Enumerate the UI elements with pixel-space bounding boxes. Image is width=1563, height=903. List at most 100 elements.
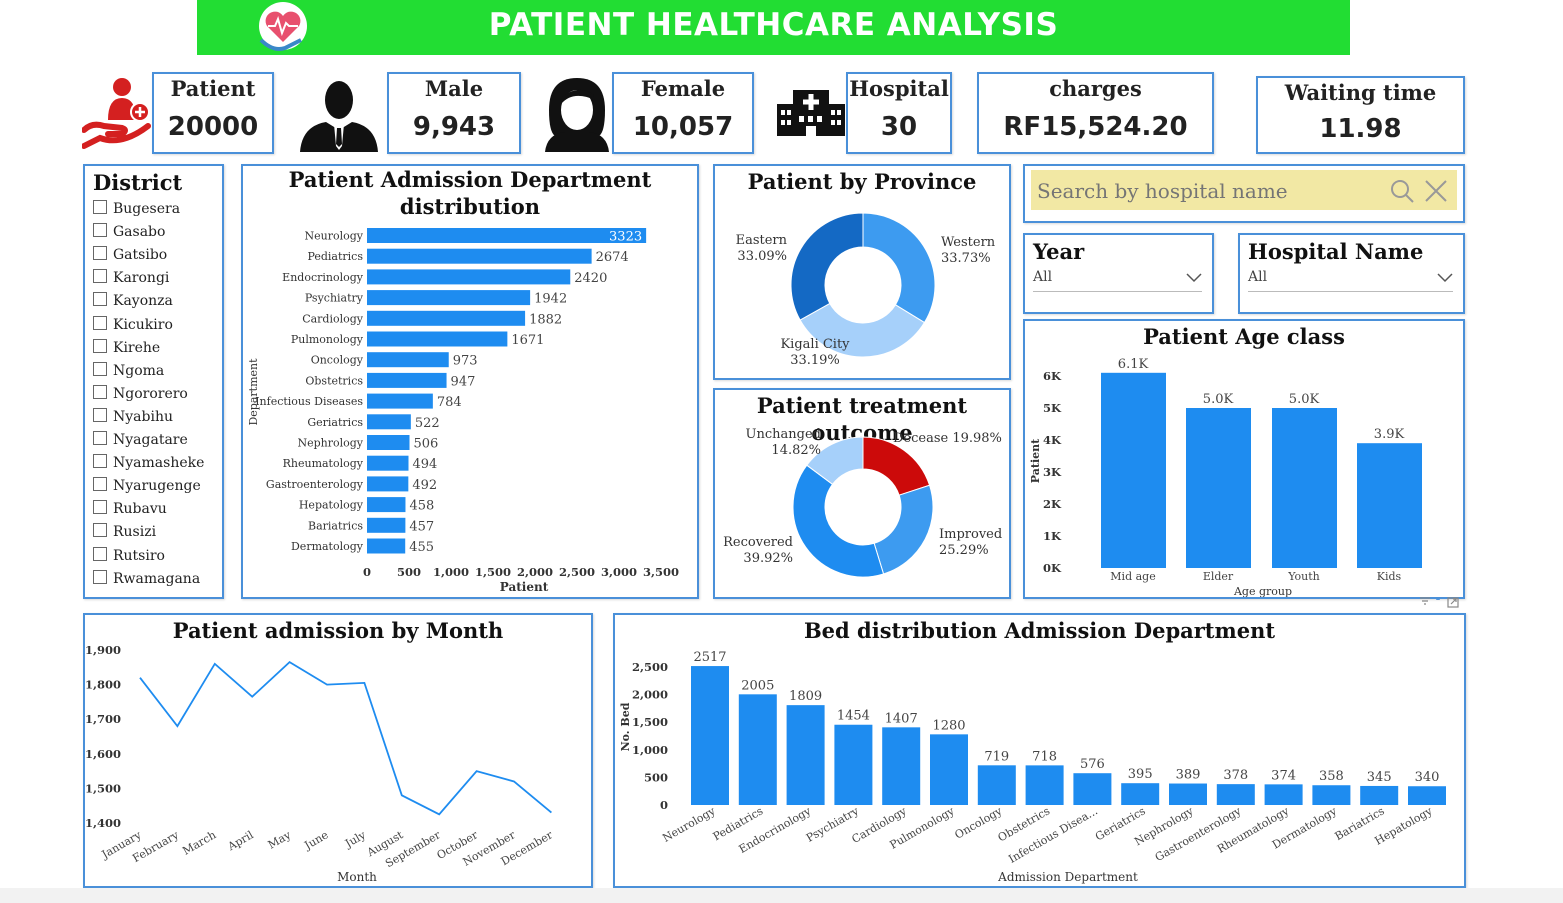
- district-option[interactable]: Bugesera: [93, 200, 180, 217]
- x-tick-label: Mid age: [1110, 570, 1155, 583]
- checkbox[interactable]: [93, 431, 107, 445]
- kpi-female-card: Female 10,057: [612, 72, 754, 154]
- bar: [1272, 408, 1337, 568]
- checkbox[interactable]: [93, 477, 107, 492]
- search-icon[interactable]: [1389, 178, 1415, 204]
- checkbox[interactable]: [93, 361, 107, 376]
- district-option[interactable]: Rwamagana: [93, 569, 200, 587]
- district-option[interactable]: Nyagatare: [93, 431, 188, 448]
- slice-value: 33.19%: [790, 353, 840, 368]
- bar: [367, 455, 409, 471]
- district-option[interactable]: Rusizi: [93, 523, 156, 540]
- search-box[interactable]: [1031, 170, 1457, 210]
- kpi-female-label: Female: [640, 76, 726, 101]
- x-tick-label: March: [180, 828, 218, 857]
- bar: [367, 372, 447, 388]
- slice-label: Decease 19.98%: [893, 431, 1002, 446]
- district-option[interactable]: Ngororero: [93, 384, 188, 402]
- monthly-admission-chart: Patient admission by Month 1,400 1,500 1,6…: [83, 613, 593, 888]
- x-tick-label: Youth: [1287, 570, 1320, 583]
- checkbox[interactable]: [93, 569, 107, 584]
- checkbox[interactable]: [93, 223, 107, 238]
- checkbox[interactable]: [93, 500, 107, 515]
- y-tick-label: 2,500: [632, 660, 668, 674]
- district-option-label: Nyamasheke: [113, 455, 205, 472]
- kpi-patient-label: Patient: [170, 76, 256, 101]
- district-option[interactable]: Nyarugenge: [93, 477, 201, 494]
- bar: [1408, 786, 1446, 805]
- y-tick-label: Psychiatry: [305, 292, 364, 305]
- bar: [1357, 443, 1422, 568]
- y-tick-label: Endocrinology: [282, 271, 364, 284]
- district-option[interactable]: Nyamasheke: [93, 454, 204, 471]
- bar: [1073, 773, 1112, 805]
- district-option[interactable]: Kirehe: [93, 338, 161, 356]
- title-banner: PATIENT HEALTHCARE ANALYSIS: [197, 0, 1350, 55]
- checkbox[interactable]: [93, 523, 107, 538]
- bar: [930, 734, 968, 805]
- checkbox[interactable]: [93, 407, 107, 422]
- checkbox[interactable]: [93, 315, 107, 330]
- checkbox[interactable]: [93, 269, 107, 284]
- bar: [834, 724, 873, 805]
- focus-mode-icon[interactable]: [1436, 597, 1440, 600]
- district-option[interactable]: Kicukiro: [93, 315, 173, 333]
- line-series: [139, 660, 552, 816]
- district-option[interactable]: Rutsiro: [93, 546, 165, 564]
- year-dropdown[interactable]: All: [1033, 269, 1202, 292]
- district-option[interactable]: Gatsibo: [93, 246, 167, 263]
- district-option[interactable]: Rubavu: [93, 500, 167, 517]
- chevron-down-icon[interactable]: [1437, 273, 1453, 283]
- hospital-filter: Hospital Name All: [1238, 233, 1465, 314]
- district-option[interactable]: Gasabo: [93, 223, 165, 240]
- visual-toolbar: [1420, 597, 1459, 608]
- checkbox[interactable]: [93, 246, 107, 261]
- district-option[interactable]: Nyabihu: [93, 407, 173, 425]
- y-tick-label: 5K: [1043, 401, 1062, 415]
- x-axis-label: Admission Department: [997, 870, 1138, 884]
- donut-slice: [862, 212, 936, 324]
- kpi-waiting-card: Waiting time 11.98: [1256, 76, 1465, 154]
- search-input[interactable]: [1035, 176, 1379, 206]
- slice-label: Eastern: [736, 233, 788, 248]
- checkbox[interactable]: [93, 384, 107, 399]
- chevron-down-icon[interactable]: [1186, 273, 1202, 283]
- checkbox[interactable]: [93, 292, 107, 307]
- district-option-label: Rusizi: [113, 524, 157, 541]
- district-slicer-title: District: [93, 170, 183, 195]
- y-tick-label: Pulmonology: [291, 333, 364, 346]
- district-option-label: Kirehe: [113, 339, 161, 356]
- checkbox[interactable]: [93, 546, 107, 561]
- checkbox[interactable]: [93, 454, 107, 469]
- checkbox[interactable]: [93, 338, 107, 353]
- clear-search-icon[interactable]: [1423, 178, 1449, 204]
- bar: [1216, 784, 1255, 805]
- monthly-line-plot: 1,4001,5001,6001,7001,8001,900JanuaryFeb…: [85, 643, 556, 884]
- bed-bar-plot: 0 500 1,000 1,500 2,000 2,500 2517 Neurology 200…: [619, 650, 1446, 884]
- y-tick-label: Infectious Diseases: [255, 395, 363, 408]
- filter-icon[interactable]: [1420, 597, 1430, 605]
- checkbox[interactable]: [93, 200, 107, 214]
- expand-icon[interactable]: [1447, 597, 1459, 608]
- data-label: 457: [409, 519, 434, 534]
- district-option[interactable]: Kayonza: [93, 292, 173, 309]
- bar: [367, 497, 406, 513]
- data-label: 1671: [511, 333, 544, 348]
- district-option[interactable]: Ngoma: [93, 361, 164, 379]
- x-tick-label: Kids: [1377, 570, 1402, 583]
- x-tick-label: April: [225, 828, 256, 854]
- data-label: 5.0K: [1203, 392, 1234, 407]
- district-option-label: Nyarugenge: [113, 478, 201, 495]
- admission-dept-chart: Patient Admission Department distributio…: [241, 164, 699, 599]
- outcome-donut: Decease 19.98% Improved25.29% Recovered39.…: [723, 427, 1002, 578]
- bar: [367, 517, 406, 533]
- district-option-label: Gatsibo: [113, 247, 168, 264]
- data-label: 494: [412, 457, 437, 472]
- y-axis-label: No. Bed: [619, 702, 632, 751]
- district-option[interactable]: Karongi: [93, 269, 169, 286]
- district-option-label: Karongi: [113, 270, 170, 287]
- kpi-charges-value: RF15,524.20: [1003, 112, 1188, 142]
- hospital-dropdown[interactable]: All: [1248, 269, 1453, 292]
- x-tick-label: Gastroenterology: [1153, 804, 1244, 864]
- x-axis-label: Patient: [500, 580, 549, 594]
